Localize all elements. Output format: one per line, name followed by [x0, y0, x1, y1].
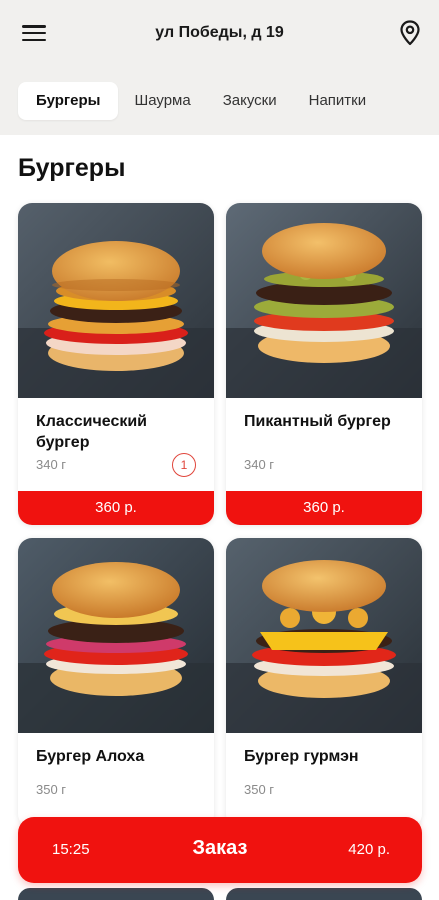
product-card-aloha[interactable]: Бургер Алоха 350 г: [18, 538, 214, 828]
product-name: Бургер гурмэн: [244, 748, 359, 765]
product-card-spicy[interactable]: Пикантный бургер 340 г 360 р.: [226, 203, 422, 525]
next-product-card-peek: [18, 888, 214, 900]
tab-burgers[interactable]: Бургеры: [18, 82, 119, 120]
price-button[interactable]: 360 р.: [18, 491, 214, 525]
tab-snacks[interactable]: Закуски: [207, 82, 293, 120]
category-tabs: Бургеры Шаурма Закуски Напитки: [18, 82, 382, 120]
product-weight: 350 г: [36, 782, 67, 797]
product-image: [18, 538, 214, 733]
product-image: [226, 538, 422, 733]
top-bar: ул Победы, д 19 Бургеры Шаурма Закуски Н…: [0, 0, 439, 135]
tab-shawarma[interactable]: Шаурма: [118, 82, 206, 120]
section-title: Бургеры: [18, 154, 126, 182]
next-product-card-peek: [226, 888, 422, 900]
product-name: Пикантный бургер: [244, 413, 391, 430]
map-pin-icon[interactable]: [399, 20, 421, 46]
product-card-classic[interactable]: Классический бургер 340 г 1 360 р.: [18, 203, 214, 525]
product-weight: 340 г: [244, 457, 275, 472]
tab-drinks[interactable]: Напитки: [293, 82, 383, 120]
cart-count-badge: 1: [172, 453, 196, 477]
product-card-gourmet[interactable]: Бургер гурмэн 350 г: [226, 538, 422, 828]
product-image: [226, 203, 422, 398]
product-name: Классический бургер: [36, 413, 148, 451]
product-weight: 350 г: [244, 782, 275, 797]
order-total: 420 р.: [348, 841, 390, 858]
product-weight: 340 г: [36, 457, 67, 472]
price-button[interactable]: 360 р.: [226, 491, 422, 525]
order-button[interactable]: 15:25 Заказ 420 р.: [18, 817, 422, 883]
product-name: Бургер Алоха: [36, 748, 145, 765]
product-image: [18, 203, 214, 398]
delivery-address[interactable]: ул Победы, д 19: [0, 24, 439, 42]
